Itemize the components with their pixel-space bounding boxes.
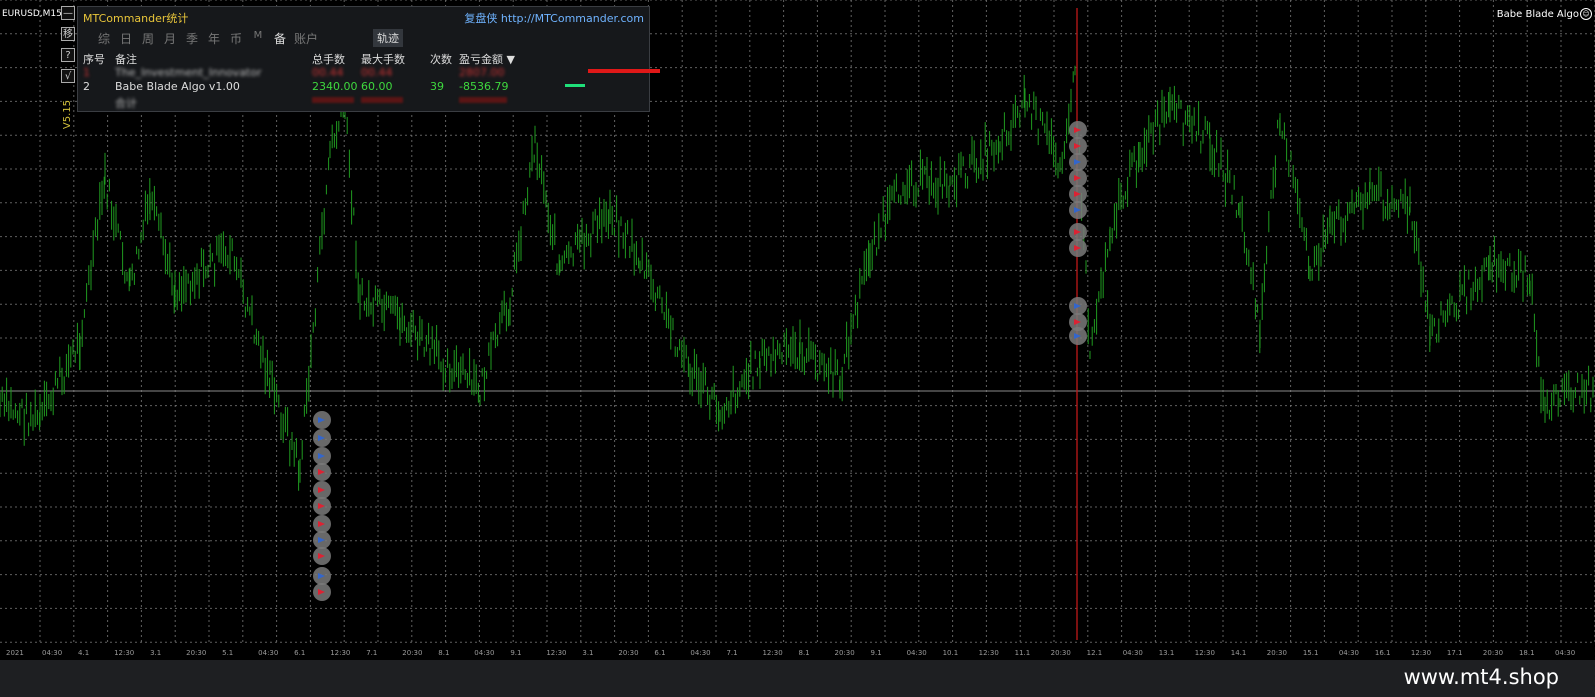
x-axis-label: 04:30 — [1555, 649, 1575, 657]
tab-day[interactable]: 日 — [115, 30, 137, 47]
minimize-button[interactable]: — — [61, 6, 75, 20]
row1-max: 00.44 — [361, 66, 393, 79]
x-axis-label: 5.1 — [222, 649, 233, 657]
row2-count: 39 — [430, 80, 444, 93]
x-axis-label: 6.1 — [654, 649, 665, 657]
x-axis-label: 14.1 — [1231, 649, 1247, 657]
row1-total: 00.44 — [312, 66, 344, 79]
row1-note: The_Investment_Innovator — [115, 66, 262, 79]
tab-note[interactable]: 备 — [269, 30, 291, 47]
x-axis-label: 04:30 — [258, 649, 278, 657]
x-axis-label: 3.1 — [150, 649, 161, 657]
header-count: 次数 — [430, 53, 452, 66]
expert-advisor-name: Babe Blade Algo — [1496, 9, 1579, 20]
x-axis-label: 04:30 — [42, 649, 62, 657]
x-axis-label: 10.1 — [943, 649, 959, 657]
x-axis-label: 04:30 — [474, 649, 494, 657]
x-axis-label: 2021 — [6, 649, 24, 657]
x-axis-label: 3.1 — [582, 649, 593, 657]
x-axis-label: 12:30 — [762, 649, 782, 657]
x-axis-label: 04:30 — [1123, 649, 1143, 657]
tab-month[interactable]: 月 — [159, 30, 181, 47]
header-pnl[interactable]: 盈亏金额 ▼ — [459, 51, 515, 67]
x-axis-label: 12:30 — [546, 649, 566, 657]
x-axis-label: 20:30 — [186, 649, 206, 657]
x-axis-label: 9.1 — [510, 649, 521, 657]
tab-summary[interactable]: 综 — [93, 30, 115, 47]
panel-title: MTCommander统计 — [83, 12, 189, 25]
x-axis-label: 12:30 — [330, 649, 350, 657]
x-axis-label: 8.1 — [438, 649, 449, 657]
total-row-label: 合计 — [115, 97, 137, 110]
header-seq: 序号 — [83, 53, 105, 66]
x-axis-label: 12:30 — [979, 649, 999, 657]
row2-max: 60.00 — [361, 80, 393, 93]
x-axis-label: 20:30 — [1051, 649, 1071, 657]
tab-magic[interactable]: M — [247, 30, 269, 47]
x-axis-label: 04:30 — [1339, 649, 1359, 657]
website-link[interactable]: 复盘侠 http://MTCommander.com — [464, 10, 644, 26]
smile-icon: ☺ — [1580, 8, 1592, 20]
header-total-lots: 总手数 — [312, 53, 345, 66]
row2-total: 2340.00 — [312, 80, 358, 93]
x-axis-label: 04:30 — [690, 649, 710, 657]
row1-seq: 1 — [83, 66, 90, 79]
x-axis-label: 4.1 — [78, 649, 89, 657]
x-axis-label: 7.1 — [726, 649, 737, 657]
trail-button[interactable]: 轨迹 — [373, 29, 403, 47]
x-axis-label: 15.1 — [1303, 649, 1319, 657]
header-max-lots: 最大手数 — [361, 53, 405, 66]
row1-pnl: 2807.00 — [459, 66, 505, 79]
row2-seq: 2 — [83, 80, 90, 93]
x-axis-label: 12:30 — [114, 649, 134, 657]
symbol-label: EURUSD,M15 — [2, 9, 62, 19]
x-axis-label: 20:30 — [402, 649, 422, 657]
row2-pnl-bar — [565, 84, 585, 87]
header-note: 备注 — [115, 53, 137, 66]
x-axis-label: 20:30 — [618, 649, 638, 657]
price-chart[interactable]: 2021 04:30 4.1 12:30 3.1 20:30 5.1 04:30 6.1 12:3… — [0, 0, 1595, 660]
x-axis-label: 18.1 — [1519, 649, 1535, 657]
version-label: V5.15 — [62, 100, 73, 130]
x-axis-label: 6.1 — [294, 649, 305, 657]
x-axis-label: 9.1 — [871, 649, 882, 657]
row2-note: Babe Blade Algo v1.00 — [115, 80, 240, 93]
statistics-panel: MTCommander统计 复盘侠 http://MTCommander.com… — [77, 6, 660, 112]
total-blur-2 — [361, 97, 403, 103]
x-axis-label: 7.1 — [366, 649, 377, 657]
x-axis-label: 20:30 — [1483, 649, 1503, 657]
total-blur-3 — [459, 97, 507, 103]
x-axis-label: 20:30 — [835, 649, 855, 657]
check-button[interactable]: √ — [61, 69, 75, 83]
tab-currency[interactable]: 币 — [225, 30, 247, 47]
tab-quarter[interactable]: 季 — [181, 30, 203, 47]
help-button[interactable]: ? — [61, 48, 75, 62]
period-tabs: 综 日 周 月 季 年 币 M 备 账户 — [93, 30, 321, 47]
move-button[interactable]: 移 — [61, 27, 75, 41]
x-axis-label: 11.1 — [1015, 649, 1031, 657]
row1-pnl-bar — [588, 69, 660, 73]
row2-pnl: -8536.79 — [459, 80, 509, 93]
x-axis-label: 17.1 — [1447, 649, 1463, 657]
tab-year[interactable]: 年 — [203, 30, 225, 47]
total-blur-1 — [312, 97, 354, 103]
tab-week[interactable]: 周 — [137, 30, 159, 47]
x-axis-label: 8.1 — [799, 649, 810, 657]
x-axis-label: 12.1 — [1087, 649, 1103, 657]
watermark: www.mt4.shop — [1403, 665, 1559, 689]
x-axis-label: 12:30 — [1411, 649, 1431, 657]
footer-bar: www.mt4.shop — [0, 660, 1595, 697]
x-axis-label: 16.1 — [1375, 649, 1391, 657]
x-axis-label: 12:30 — [1195, 649, 1215, 657]
x-axis-label: 20:30 — [1267, 649, 1287, 657]
x-axis-label: 13.1 — [1159, 649, 1175, 657]
tab-account[interactable]: 账户 — [291, 30, 321, 47]
x-axis-label: 04:30 — [907, 649, 927, 657]
